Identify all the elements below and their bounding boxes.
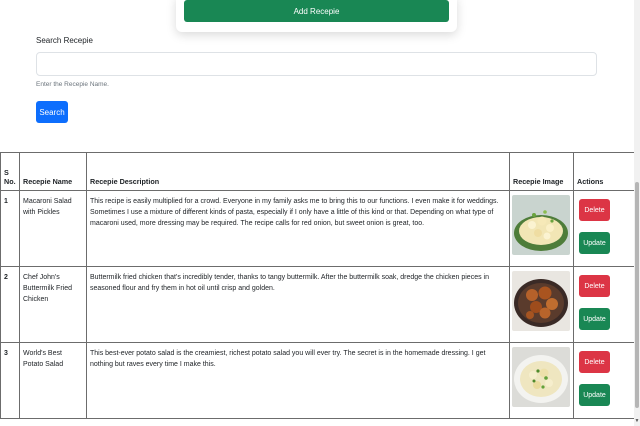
- update-button[interactable]: Update: [579, 384, 610, 406]
- table-row: 2 Chef John's Buttermilk Fried Chicken B…: [0, 266, 635, 343]
- row-actions: Delete Update: [573, 266, 635, 343]
- table-header-row: S No. Recepie Name Recepie Description R…: [0, 152, 635, 191]
- scroll-down-icon[interactable]: ▼: [634, 418, 640, 424]
- row-name: Chef John's Buttermilk Fried Chicken: [19, 266, 87, 343]
- row-sno: 2: [0, 266, 20, 343]
- row-actions: Delete Update: [573, 342, 635, 419]
- row-description: Buttermilk fried chicken that's incredib…: [86, 266, 510, 343]
- add-recipe-card: Add Recepie: [176, 0, 457, 32]
- delete-button[interactable]: Delete: [579, 199, 610, 221]
- recipes-table: S No. Recepie Name Recepie Description R…: [0, 152, 635, 419]
- row-image-cell: [509, 190, 574, 267]
- page-scrollbar[interactable]: ▼: [634, 0, 640, 426]
- table-row: 3 World's Best Potato Salad This best-ev…: [0, 342, 635, 419]
- delete-button[interactable]: Delete: [579, 351, 610, 373]
- header-actions: Actions: [573, 152, 635, 191]
- row-actions: Delete Update: [573, 190, 635, 267]
- update-button[interactable]: Update: [579, 232, 610, 254]
- row-description: This best-ever potato salad is the cream…: [86, 342, 510, 419]
- row-image-cell: [509, 266, 574, 343]
- delete-button[interactable]: Delete: [579, 275, 610, 297]
- potato-salad-photo: [512, 347, 570, 407]
- scrollbar-thumb[interactable]: [635, 182, 639, 408]
- update-button[interactable]: Update: [579, 308, 610, 330]
- header-name: Recepie Name: [19, 152, 87, 191]
- header-image: Recepie Image: [509, 152, 574, 191]
- add-recipe-button[interactable]: Add Recepie: [184, 0, 449, 22]
- search-label: Search Recepie: [36, 36, 93, 45]
- macaroni-salad-photo: [512, 195, 570, 255]
- header-sno: S No.: [0, 152, 20, 191]
- search-button[interactable]: Search: [36, 101, 68, 123]
- search-input[interactable]: [36, 52, 597, 76]
- row-sno: 3: [0, 342, 20, 419]
- table-row: 1 Macaroni Salad with Pickles This recip…: [0, 190, 635, 267]
- row-image-cell: [509, 342, 574, 419]
- row-name: Macaroni Salad with Pickles: [19, 190, 87, 267]
- header-description: Recepie Description: [86, 152, 510, 191]
- row-name: World's Best Potato Salad: [19, 342, 87, 419]
- row-sno: 1: [0, 190, 20, 267]
- fried-chicken-photo: [512, 271, 570, 331]
- search-help-text: Enter the Recepie Name.: [36, 81, 109, 88]
- row-description: This recipe is easily multiplied for a c…: [86, 190, 510, 267]
